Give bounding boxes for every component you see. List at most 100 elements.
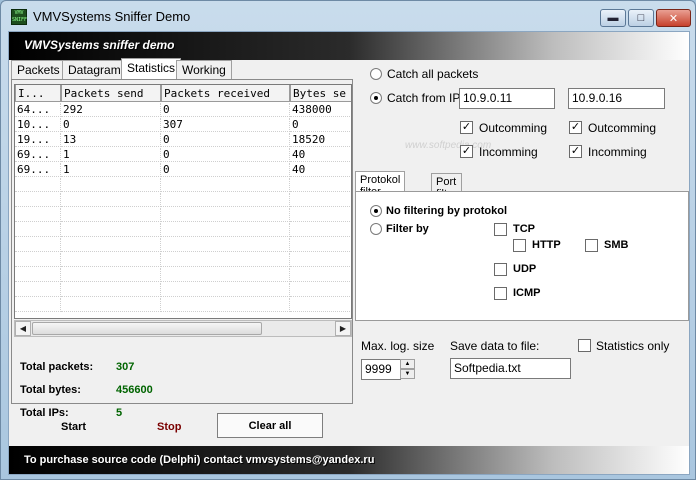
spin-down-icon[interactable]: ▼ [400, 369, 415, 379]
total-ips-value: 5 [116, 407, 123, 419]
table-header: I... Packets send Packets received Bytes… [15, 85, 351, 102]
table-cell: 69... [15, 148, 61, 162]
table-cell: 1 [61, 148, 161, 162]
statistics-only-label: Statistics only [596, 339, 670, 353]
table-cell: 64... [15, 103, 61, 117]
table-cell: 40 [290, 163, 351, 177]
icmp-checkbox[interactable] [494, 287, 507, 300]
no-filtering-label: No filtering by protokol [386, 205, 507, 217]
no-filtering-radio[interactable] [370, 205, 382, 217]
udp-checkbox[interactable] [494, 263, 507, 276]
app-window: VMV SNIFF VMVSystems Sniffer Demo ▬ □ ✕ … [0, 0, 696, 480]
tab-working-log[interactable]: Working log [176, 60, 232, 91]
clear-all-button[interactable]: Clear all [217, 413, 323, 438]
catch-all-radio[interactable] [370, 68, 382, 80]
table-cell: 0 [61, 118, 161, 132]
ip2-outcoming-label: Outcomming [588, 121, 657, 135]
total-ips-label: Total IPs: [20, 407, 69, 419]
title-bar[interactable]: VMV SNIFF VMVSystems Sniffer Demo ▬ □ ✕ [1, 1, 695, 31]
client-area: VMVSystems sniffer demo Packets Datagram… [8, 31, 690, 475]
tab-statistics[interactable]: Statistics [121, 58, 182, 79]
save-data-label: Save data to file: [450, 339, 540, 353]
table-cell: 10... [15, 118, 61, 132]
ip1-outcoming-label: Outcomming [479, 121, 548, 135]
max-log-size-label: Max. log. size [361, 339, 435, 353]
table-row[interactable]: 69... 1 0 40 [15, 163, 351, 177]
http-checkbox[interactable] [513, 239, 526, 252]
horizontal-scrollbar[interactable]: ◀ ▶ [14, 320, 352, 337]
app-icon: VMV SNIFF [11, 9, 28, 25]
table-cell: 0 [161, 163, 290, 177]
table-row[interactable]: 19... 13 0 18520 [15, 133, 351, 147]
statistics-panel: I... Packets send Packets received Bytes… [11, 79, 353, 419]
ip1-outcoming-checkbox[interactable]: ✓ [460, 121, 473, 134]
table-cell: 0 [290, 118, 351, 132]
protokol-filter-panel: No filtering by protokol Filter by TCP H… [355, 191, 689, 321]
table-cell: 438000 [290, 103, 351, 117]
tcp-checkbox[interactable] [494, 223, 507, 236]
total-bytes-value: 456600 [116, 384, 153, 396]
table-cell: 292 [61, 103, 161, 117]
http-label: HTTP [532, 239, 561, 251]
total-bytes-label: Total bytes: [20, 384, 81, 396]
max-log-size-stepper[interactable]: ▲ ▼ [400, 359, 415, 380]
scroll-thumb[interactable] [32, 322, 262, 335]
ip1-incoming-checkbox[interactable]: ✓ [460, 145, 473, 158]
icmp-label: ICMP [513, 287, 541, 299]
table-cell: 1 [61, 163, 161, 177]
spin-up-icon[interactable]: ▲ [400, 359, 415, 369]
total-packets-value: 307 [116, 361, 135, 373]
column-header[interactable]: I... [15, 85, 61, 102]
column-header[interactable]: Bytes se [290, 85, 351, 102]
smb-label: SMB [604, 239, 629, 251]
table-cell: 0 [161, 148, 290, 162]
filter-by-label: Filter by [386, 223, 429, 235]
statistics-only-checkbox[interactable] [578, 339, 591, 352]
scroll-right-icon[interactable]: ▶ [335, 321, 351, 336]
table-cell: 19... [15, 133, 61, 147]
ip2-outcoming-checkbox[interactable]: ✓ [569, 121, 582, 134]
table-row[interactable]: 69... 1 0 40 [15, 148, 351, 162]
table-row[interactable]: 10... 0 307 0 [15, 118, 351, 132]
scroll-left-icon[interactable]: ◀ [15, 321, 31, 336]
max-log-size-input[interactable]: 9999 [361, 359, 401, 380]
column-header[interactable]: Packets send [61, 85, 161, 102]
ip1-input[interactable]: 10.9.0.11 [459, 88, 555, 109]
catch-from-ips-radio[interactable] [370, 92, 382, 104]
ip2-input[interactable]: 10.9.0.16 [568, 88, 665, 109]
udp-label: UDP [513, 263, 537, 275]
smb-checkbox[interactable] [585, 239, 598, 252]
maximize-button[interactable]: □ [628, 9, 654, 27]
stop-button[interactable]: Stop [157, 421, 181, 433]
close-button[interactable]: ✕ [656, 9, 691, 27]
ip1-incoming-label: Incomming [479, 145, 538, 159]
header-banner: VMVSystems sniffer demo [9, 32, 689, 60]
table-cell: 307 [161, 118, 290, 132]
start-button[interactable]: Start [61, 421, 86, 433]
ip2-incoming-label: Incomming [588, 145, 647, 159]
table-cell: 13 [61, 133, 161, 147]
table-cell: 40 [290, 148, 351, 162]
filter-by-radio[interactable] [370, 223, 382, 235]
statistics-table[interactable]: I... Packets send Packets received Bytes… [14, 84, 352, 319]
table-cell: 18520 [290, 133, 351, 147]
ip2-incoming-checkbox[interactable]: ✓ [569, 145, 582, 158]
tcp-label: TCP [513, 223, 535, 235]
table-cell: 69... [15, 163, 61, 177]
total-packets-label: Total packets: [20, 361, 94, 373]
window-title: VMVSystems Sniffer Demo [33, 9, 191, 24]
table-row[interactable]: 64... 292 0 438000 [15, 103, 351, 117]
table-cell: 0 [161, 103, 290, 117]
tab-port-filter[interactable]: Port filter [431, 173, 462, 200]
tab-packets[interactable]: Packets [11, 60, 66, 79]
save-file-input[interactable]: Softpedia.txt [450, 358, 571, 379]
catch-all-label: Catch all packets [387, 67, 479, 81]
column-header[interactable]: Packets received [161, 85, 290, 102]
table-cell: 0 [161, 133, 290, 147]
header-title: VMVSystems sniffer demo [24, 38, 175, 52]
tab-datagram[interactable]: Datagram [62, 60, 127, 79]
footer-banner: To purchase source code (Delphi) contact… [9, 446, 689, 474]
minimize-button[interactable]: ▬ [600, 9, 626, 27]
tab-protokol-filter[interactable]: Protokol filter [355, 171, 406, 198]
footer-text: To purchase source code (Delphi) contact… [24, 454, 375, 466]
